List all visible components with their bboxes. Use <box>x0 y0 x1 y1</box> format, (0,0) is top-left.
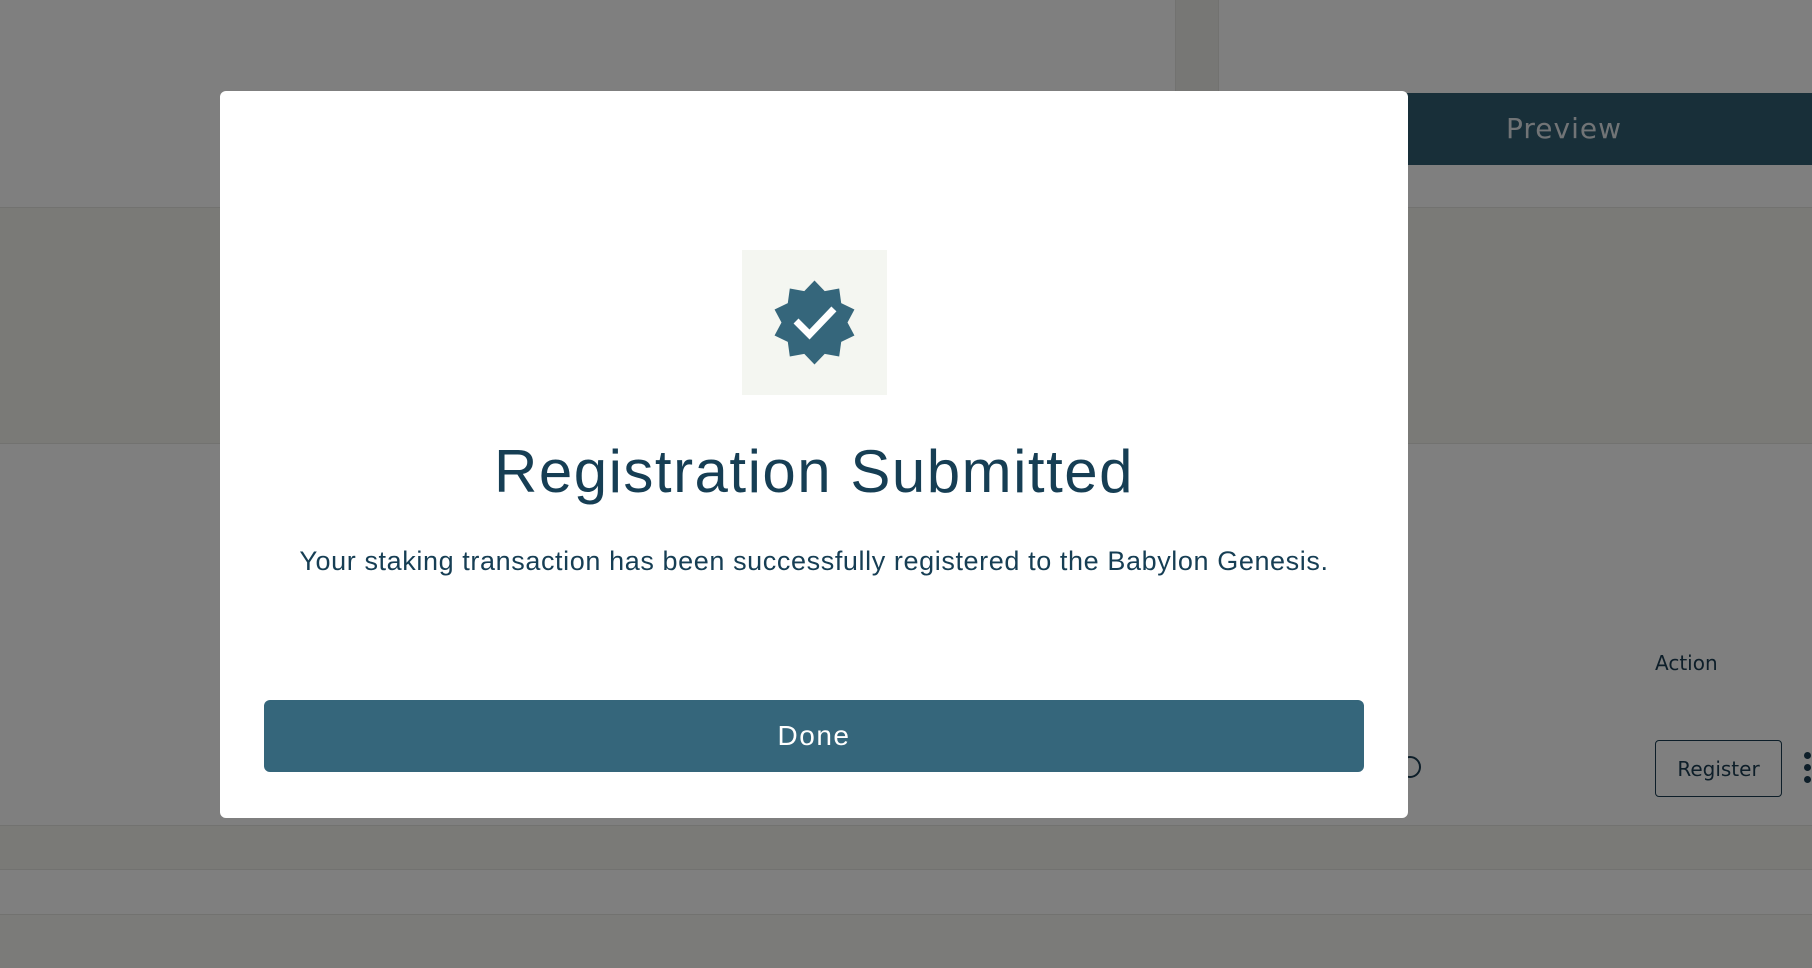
dialog-title: Registration Submitted <box>494 438 1134 505</box>
dialog-message: Your staking transaction has been succes… <box>299 546 1329 576</box>
badge-shape <box>774 280 855 365</box>
done-button[interactable]: Done <box>264 700 1364 772</box>
verified-badge-icon <box>774 280 855 365</box>
success-badge <box>742 250 887 395</box>
registration-submitted-dialog: Registration Submitted Your staking tran… <box>220 91 1408 818</box>
